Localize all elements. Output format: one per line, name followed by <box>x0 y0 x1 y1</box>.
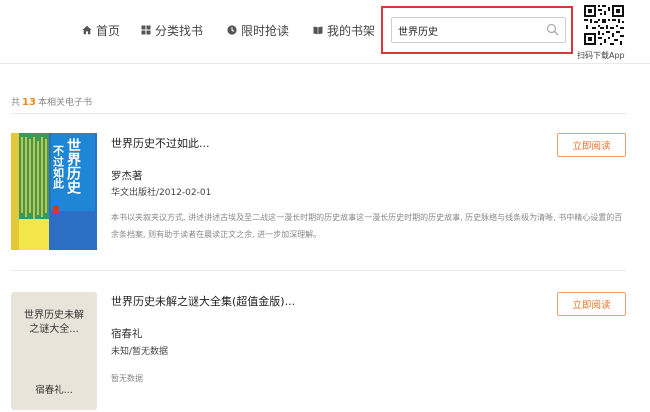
book-publisher: 未知/暂无数据 <box>111 347 169 357</box>
result-count-suffix: 本相关电子书 <box>37 98 92 108</box>
book-description: 暂无数据 <box>111 374 143 383</box>
nav-limited-label: 限时抢读 <box>241 23 290 38</box>
book-cover-art: 世界历史 不过如此 <box>11 133 97 250</box>
book-title[interactable]: 世界历史不过如此... <box>111 135 210 151</box>
home-icon <box>82 25 92 35</box>
book-icon <box>313 26 323 35</box>
book-title[interactable]: 世界历史未解之谜大全集(超值金版)... <box>111 293 295 309</box>
divider <box>11 113 627 114</box>
nav-bookshelf[interactable]: 我的书架 <box>313 22 375 38</box>
nav-limited[interactable]: 限时抢读 <box>227 22 289 38</box>
book-author: 宿春礼 <box>111 328 143 340</box>
book-description: 本书以夹叙夹议方式, 讲述讲述古埃及至二战这一漫长时期的历史故事这一漫长历史时期… <box>111 213 623 239</box>
book-cover[interactable]: 世界历史未解 之谜大全... 宿春礼... <box>11 292 97 410</box>
top-header: 首页 分类找书 限时抢读 我的书架 世界历史 扫码下载App <box>0 0 650 64</box>
search-highlight <box>381 6 573 54</box>
cover-title-line-1: 世界历史未解 <box>24 310 84 321</box>
cover-title-line-2: 之谜大全... <box>29 324 79 335</box>
clock-icon <box>227 25 237 35</box>
book-publisher: 华文出版社/2012-02-01 <box>111 188 212 198</box>
result-count: 共 13 本相关电子书 <box>11 95 92 108</box>
search-input[interactable] <box>398 18 538 42</box>
book-author: 罗杰著 <box>111 170 143 182</box>
grid-icon <box>141 25 151 35</box>
divider <box>11 270 627 271</box>
nav-category[interactable]: 分类找书 <box>141 22 203 38</box>
read-now-button[interactable]: 立即阅读 <box>557 292 626 316</box>
qr-code-icon <box>583 4 625 46</box>
main-nav: 首页 分类找书 限时抢读 我的书架 <box>82 22 396 38</box>
cover-title-line-1: 世界历史 <box>65 137 81 195</box>
search-icon[interactable] <box>546 23 559 36</box>
result-count-prefix: 共 <box>11 98 21 108</box>
search-box <box>391 17 566 43</box>
nav-home-label: 首页 <box>96 23 121 38</box>
qr-label: 扫码下载App <box>577 51 625 60</box>
cover-author: 宿春礼... <box>35 385 73 396</box>
nav-home[interactable]: 首页 <box>82 22 120 38</box>
nav-category-label: 分类找书 <box>155 23 204 38</box>
cover-title-line-2: 不过如此 <box>52 145 65 190</box>
read-now-button[interactable]: 立即阅读 <box>557 133 626 157</box>
book-cover[interactable]: 世界历史 不过如此 <box>11 133 97 250</box>
nav-bookshelf-label: 我的书架 <box>327 23 376 38</box>
result-count-number: 13 <box>22 97 36 108</box>
